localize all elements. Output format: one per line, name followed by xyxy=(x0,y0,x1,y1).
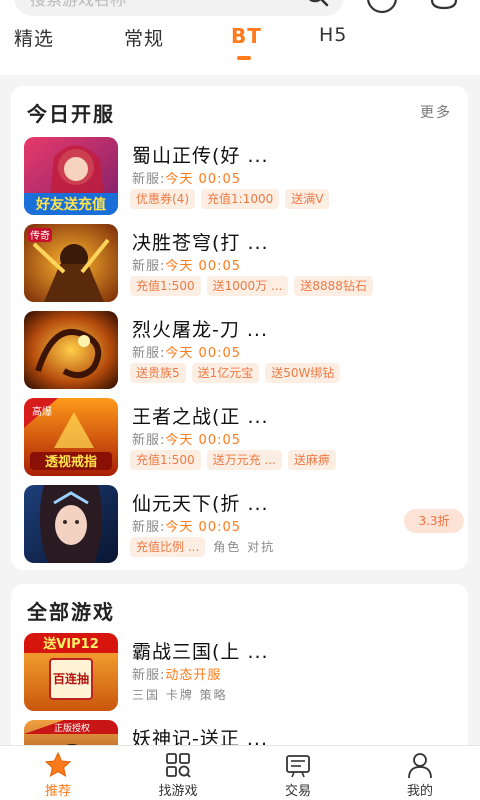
game-row[interactable]: 高爆 透视戒指 王者之战(正 ... 新服:今天 00:05 充值1:500 送万… xyxy=(24,398,464,478)
game-tag: 充值1:1000 xyxy=(201,189,280,209)
open-time: 新服:今天 00:05 xyxy=(132,433,242,448)
top-bar: 搜索游戏名称 精选 常规 BT H5 xyxy=(0,0,480,75)
game-thumbnail xyxy=(24,485,118,563)
svg-text:传奇: 传奇 xyxy=(30,229,50,242)
svg-text:好友送充值: 好友送充值 xyxy=(35,196,106,213)
game-tag: 送麻痹 xyxy=(287,450,336,470)
game-row[interactable]: 传奇 决胜苍穹(打 ... 新服:今天 00:05 充值1:500 送1000万 … xyxy=(24,224,464,304)
game-tag: 送50W绑钻 xyxy=(265,363,341,383)
game-name: 王者之战(正 ... xyxy=(132,406,269,428)
svg-text:透视戒指: 透视戒指 xyxy=(45,454,97,470)
game-genre-tags: 角色 对抗 xyxy=(213,540,276,554)
game-thumbnail: 高爆 透视戒指 xyxy=(24,398,118,476)
game-name: 仙元天下(折 ... xyxy=(132,493,269,515)
game-row[interactable]: 烈火屠龙-刀 ... 新服:今天 00:05 送贵族5 送1亿元宝 送50W绑钻 xyxy=(24,311,464,391)
nav-find-game[interactable]: 找游戏 xyxy=(138,746,218,800)
open-time: 新服:今天 00:05 xyxy=(132,520,242,535)
section-title: 全部游戏 xyxy=(27,600,115,624)
game-thumbnail: 送VIP12 百连抽 xyxy=(24,633,118,711)
section-title: 今日开服 xyxy=(27,102,115,126)
discount-badge: 3.3折 xyxy=(404,509,464,533)
tab-featured[interactable]: 精选 xyxy=(14,24,54,51)
game-tags: 充值1:500 送万元充 ... 送麻痹 xyxy=(130,450,342,470)
tab-h5[interactable]: H5 xyxy=(319,24,347,46)
game-name: 烈火屠龙-刀 ... xyxy=(132,319,269,341)
game-tag: 充值1:500 xyxy=(130,450,201,470)
game-row[interactable]: 仙元天下(折 ... 新服:今天 00:05 充值比例 ... 角色 对抗 3.3… xyxy=(24,485,464,565)
star-icon xyxy=(44,751,72,778)
nav-recommend[interactable]: 推荐 xyxy=(18,746,98,800)
bell-icon[interactable] xyxy=(428,0,460,18)
game-thumbnail: 传奇 xyxy=(24,224,118,302)
open-status: 新服:动态开服 xyxy=(132,668,222,683)
search-icon[interactable] xyxy=(304,0,330,8)
search-input[interactable]: 搜索游戏名称 xyxy=(14,0,344,16)
game-name: 霸战三国(上 ... xyxy=(132,641,269,663)
person-icon xyxy=(408,753,432,779)
game-tags: 充值比例 ... 角色 对抗 xyxy=(130,537,283,557)
game-name: 决胜苍穹(打 ... xyxy=(132,232,269,254)
svg-text:百连抽: 百连抽 xyxy=(53,671,89,686)
today-servers-card: 今日开服 更多 好友送充值 蜀山正传(好 ... 新服:今天 00:05 优惠券… xyxy=(11,86,468,570)
nav-label: 交易 xyxy=(284,784,311,799)
game-tag: 送万元充 ... xyxy=(206,450,282,470)
more-link[interactable]: 更多 xyxy=(420,102,452,122)
game-tag: 充值1:500 xyxy=(130,276,201,296)
game-tag: 送满V xyxy=(285,189,330,209)
game-tag: 充值比例 ... xyxy=(130,537,206,557)
category-tabs: 精选 常规 BT H5 xyxy=(0,24,480,64)
game-thumbnail: 好友送充值 xyxy=(24,137,118,215)
svg-text:正版授权: 正版授权 xyxy=(54,722,90,734)
grid-search-icon xyxy=(166,753,191,778)
open-time: 新服:今天 00:05 xyxy=(132,172,242,187)
game-tags: 送贵族5 送1亿元宝 送50W绑钻 xyxy=(130,363,346,383)
open-time: 新服:今天 00:05 xyxy=(132,259,242,274)
tab-bt[interactable]: BT xyxy=(231,24,262,48)
game-thumbnail xyxy=(24,311,118,389)
game-tags: 充值1:500 送1000万 ... 送8888钻石 xyxy=(130,276,379,296)
game-tag: 送1000万 ... xyxy=(206,276,289,296)
nav-label: 我的 xyxy=(406,784,433,799)
svg-text:高爆: 高爆 xyxy=(32,405,52,418)
open-time: 新服:今天 00:05 xyxy=(132,346,242,361)
game-tags: 优惠券(4) 充值1:1000 送满V xyxy=(130,189,335,209)
game-tag: 送贵族5 xyxy=(130,363,186,383)
nav-trade[interactable]: 交易 xyxy=(258,746,338,800)
game-name: 蜀山正传(好 ... xyxy=(132,145,269,167)
nav-label: 找游戏 xyxy=(158,784,198,799)
download-icon[interactable] xyxy=(366,0,398,18)
search-placeholder: 搜索游戏名称 xyxy=(30,0,126,10)
svg-text:送VIP12: 送VIP12 xyxy=(42,636,99,652)
game-row[interactable]: 好友送充值 蜀山正传(好 ... 新服:今天 00:05 优惠券(4) 充值1:1… xyxy=(24,137,464,217)
game-tag: 优惠券(4) xyxy=(130,189,195,209)
game-genre-tags: 三国 卡牌 策略 xyxy=(132,688,228,702)
nav-mine[interactable]: 我的 xyxy=(380,746,460,800)
game-tag: 送1亿元宝 xyxy=(191,363,260,383)
active-tab-indicator xyxy=(237,56,251,60)
game-tags: 三国 卡牌 策略 xyxy=(130,685,236,705)
tab-regular[interactable]: 常规 xyxy=(124,24,164,51)
nav-label: 推荐 xyxy=(44,784,71,799)
game-tag: 送8888钻石 xyxy=(294,276,373,296)
game-row[interactable]: 送VIP12 百连抽 霸战三国(上 ... 新服:动态开服 三国 卡牌 策略 xyxy=(24,633,464,713)
bottom-nav: 推荐 找游戏 交易 我的 xyxy=(0,745,480,800)
trade-icon xyxy=(286,755,310,778)
